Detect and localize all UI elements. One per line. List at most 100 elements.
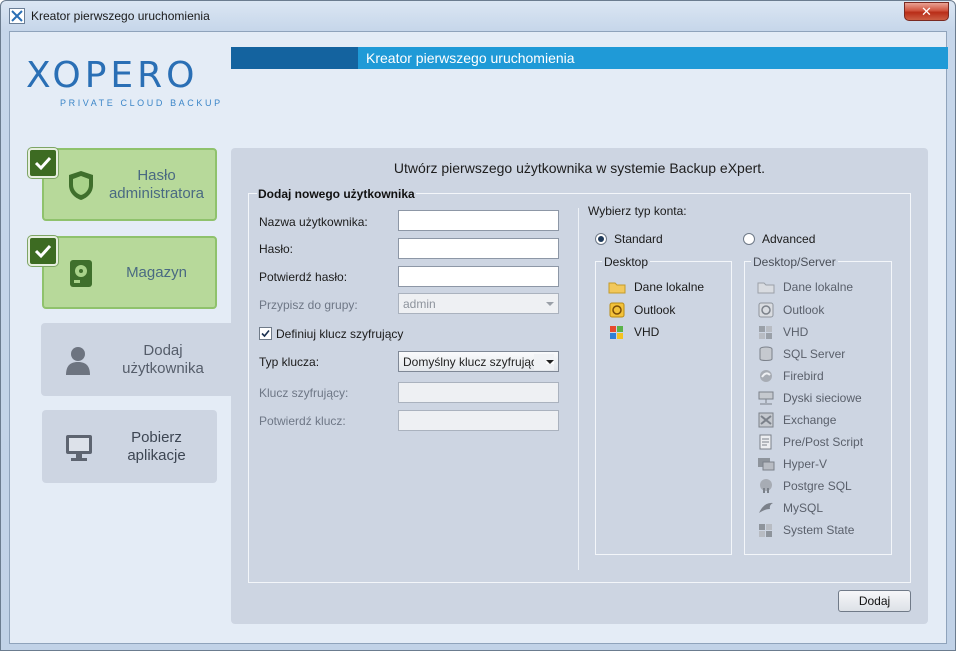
hyperv-icon <box>757 456 775 472</box>
window-title: Kreator pierwszego uruchomienia <box>31 9 210 23</box>
key-type-select[interactable]: Domyślny klucz szyfrujący <box>398 351 559 372</box>
item-label: SQL Server <box>783 347 846 361</box>
app-icon <box>9 8 25 24</box>
step-label: Dodaj użytkownika <box>122 341 204 377</box>
folder-icon <box>757 279 775 295</box>
confirm-password-label: Potwierdź hasło: <box>259 270 348 284</box>
password-label: Hasło: <box>259 242 294 256</box>
user-icon <box>63 344 93 376</box>
list-item: Exchange <box>757 412 836 428</box>
list-item: Firebird <box>757 368 824 384</box>
wizard-client-area: XOPERO PRIVATE CLOUD BACKUP Kreator pier… <box>9 31 948 644</box>
database-icon <box>757 346 775 362</box>
header-title: Kreator pierwszego uruchomienia <box>366 50 575 66</box>
step-label: Magazyn <box>126 263 187 281</box>
title-bar: Kreator pierwszego uruchomienia ✕ <box>1 1 955 31</box>
list-item: Dane lokalne <box>608 279 704 295</box>
list-item: VHD <box>608 324 659 340</box>
column-divider <box>578 208 579 570</box>
exchange-icon <box>757 412 775 428</box>
item-label: Outlook <box>634 303 676 317</box>
desktop-group-legend: Desktop <box>602 255 651 269</box>
desktop-group: Desktop Dane lokalne Outlook VHD <box>595 255 732 555</box>
list-item: System State <box>757 522 854 538</box>
list-item: Pre/Post Script <box>757 434 863 450</box>
list-item: Hyper-V <box>757 456 827 472</box>
network-drive-icon <box>757 390 775 406</box>
xopero-logo: XOPERO PRIVATE CLOUD BACKUP <box>26 54 231 114</box>
list-item: MySQL <box>757 500 823 516</box>
application-window: Kreator pierwszego uruchomienia ✕ XOPERO… <box>0 0 956 651</box>
confirm-key-label: Potwierdź klucz: <box>259 414 346 428</box>
storage-icon <box>66 257 96 289</box>
list-item: Outlook <box>608 302 675 318</box>
desktop-server-group: Desktop/Server Dane lokalne Outlook VHD <box>744 255 892 555</box>
account-type-label: Wybierz typ konta: <box>588 204 687 218</box>
radio-advanced[interactable] <box>743 233 755 245</box>
list-item: Dyski sieciowe <box>757 390 862 406</box>
checkmark-icon <box>28 236 58 266</box>
chevron-down-icon <box>546 360 554 364</box>
list-item: SQL Server <box>757 346 845 362</box>
monitor-icon <box>64 431 94 463</box>
radio-standard-label[interactable]: Standard <box>614 232 663 246</box>
firebird-icon <box>757 368 775 384</box>
header-accent <box>231 47 358 69</box>
item-label: Hyper-V <box>783 457 828 471</box>
vhd-icon <box>608 324 626 340</box>
define-key-label[interactable]: Definiuj klucz szyfrujący <box>276 327 403 341</box>
add-button[interactable]: Dodaj <box>838 590 911 612</box>
username-input[interactable] <box>398 210 559 231</box>
script-icon <box>757 434 775 450</box>
vhd-icon <box>757 324 775 340</box>
add-user-form: Dodaj nowego użytkownika Nazwa użytkowni… <box>248 187 911 583</box>
list-item: VHD <box>757 324 808 340</box>
encryption-key-input[interactable] <box>398 382 559 403</box>
radio-advanced-label[interactable]: Advanced <box>762 232 815 246</box>
key-type-value: Domyślny klucz szyfrujący <box>403 355 544 369</box>
step-download-apps[interactable]: Pobierz aplikacje <box>42 410 217 483</box>
item-label: Dane lokalne <box>634 280 705 294</box>
password-input[interactable] <box>398 238 559 259</box>
list-item: Postgre SQL <box>757 478 852 494</box>
radio-standard[interactable] <box>595 233 607 245</box>
outlook-icon <box>608 302 626 318</box>
key-type-label: Typ klucza: <box>259 355 320 369</box>
group-select[interactable]: admin <box>398 293 559 314</box>
item-label: Dane lokalne <box>783 280 854 294</box>
form-legend: Dodaj nowego użytkownika <box>257 187 416 201</box>
mysql-icon <box>757 500 775 516</box>
item-label: VHD <box>634 325 660 339</box>
close-button[interactable]: ✕ <box>904 2 949 21</box>
step-admin-password[interactable]: Hasło administratora <box>42 148 217 221</box>
item-label: Outlook <box>783 303 825 317</box>
confirm-password-input[interactable] <box>398 266 559 287</box>
item-label: Firebird <box>783 369 824 383</box>
step-add-user[interactable]: Dodaj użytkownika <box>41 323 231 396</box>
checkmark-icon <box>28 148 58 178</box>
item-label: System State <box>783 523 855 537</box>
item-label: MySQL <box>783 501 824 515</box>
item-label: Pre/Post Script <box>783 435 864 449</box>
confirm-key-input[interactable] <box>398 410 559 431</box>
chevron-down-icon <box>546 302 554 306</box>
panel-title: Utwórz pierwszego użytkownika w systemie… <box>393 160 766 176</box>
logo-wordmark: XOPERO <box>26 55 199 96</box>
list-item: Dane lokalne <box>757 279 853 295</box>
encryption-key-label: Klucz szyfrujący: <box>259 386 349 400</box>
step-label: Hasło administratora <box>108 166 205 202</box>
outlook-icon <box>757 302 775 318</box>
step-storage[interactable]: Magazyn <box>42 236 217 309</box>
header-bar: Kreator pierwszego uruchomienia <box>358 47 948 69</box>
define-key-checkbox[interactable] <box>259 327 272 340</box>
logo-tagline: PRIVATE CLOUD BACKUP <box>60 98 223 108</box>
shield-icon <box>66 169 96 201</box>
item-label: VHD <box>783 325 809 339</box>
desktop-server-group-legend: Desktop/Server <box>751 255 838 269</box>
content-panel: Utwórz pierwszego użytkownika w systemie… <box>231 148 928 624</box>
item-label: Exchange <box>783 413 837 427</box>
group-label: Przypisz do grupy: <box>259 298 358 312</box>
item-label: Dyski sieciowe <box>783 391 862 405</box>
username-label: Nazwa użytkownika: <box>259 215 368 229</box>
group-select-value: admin <box>403 297 436 311</box>
